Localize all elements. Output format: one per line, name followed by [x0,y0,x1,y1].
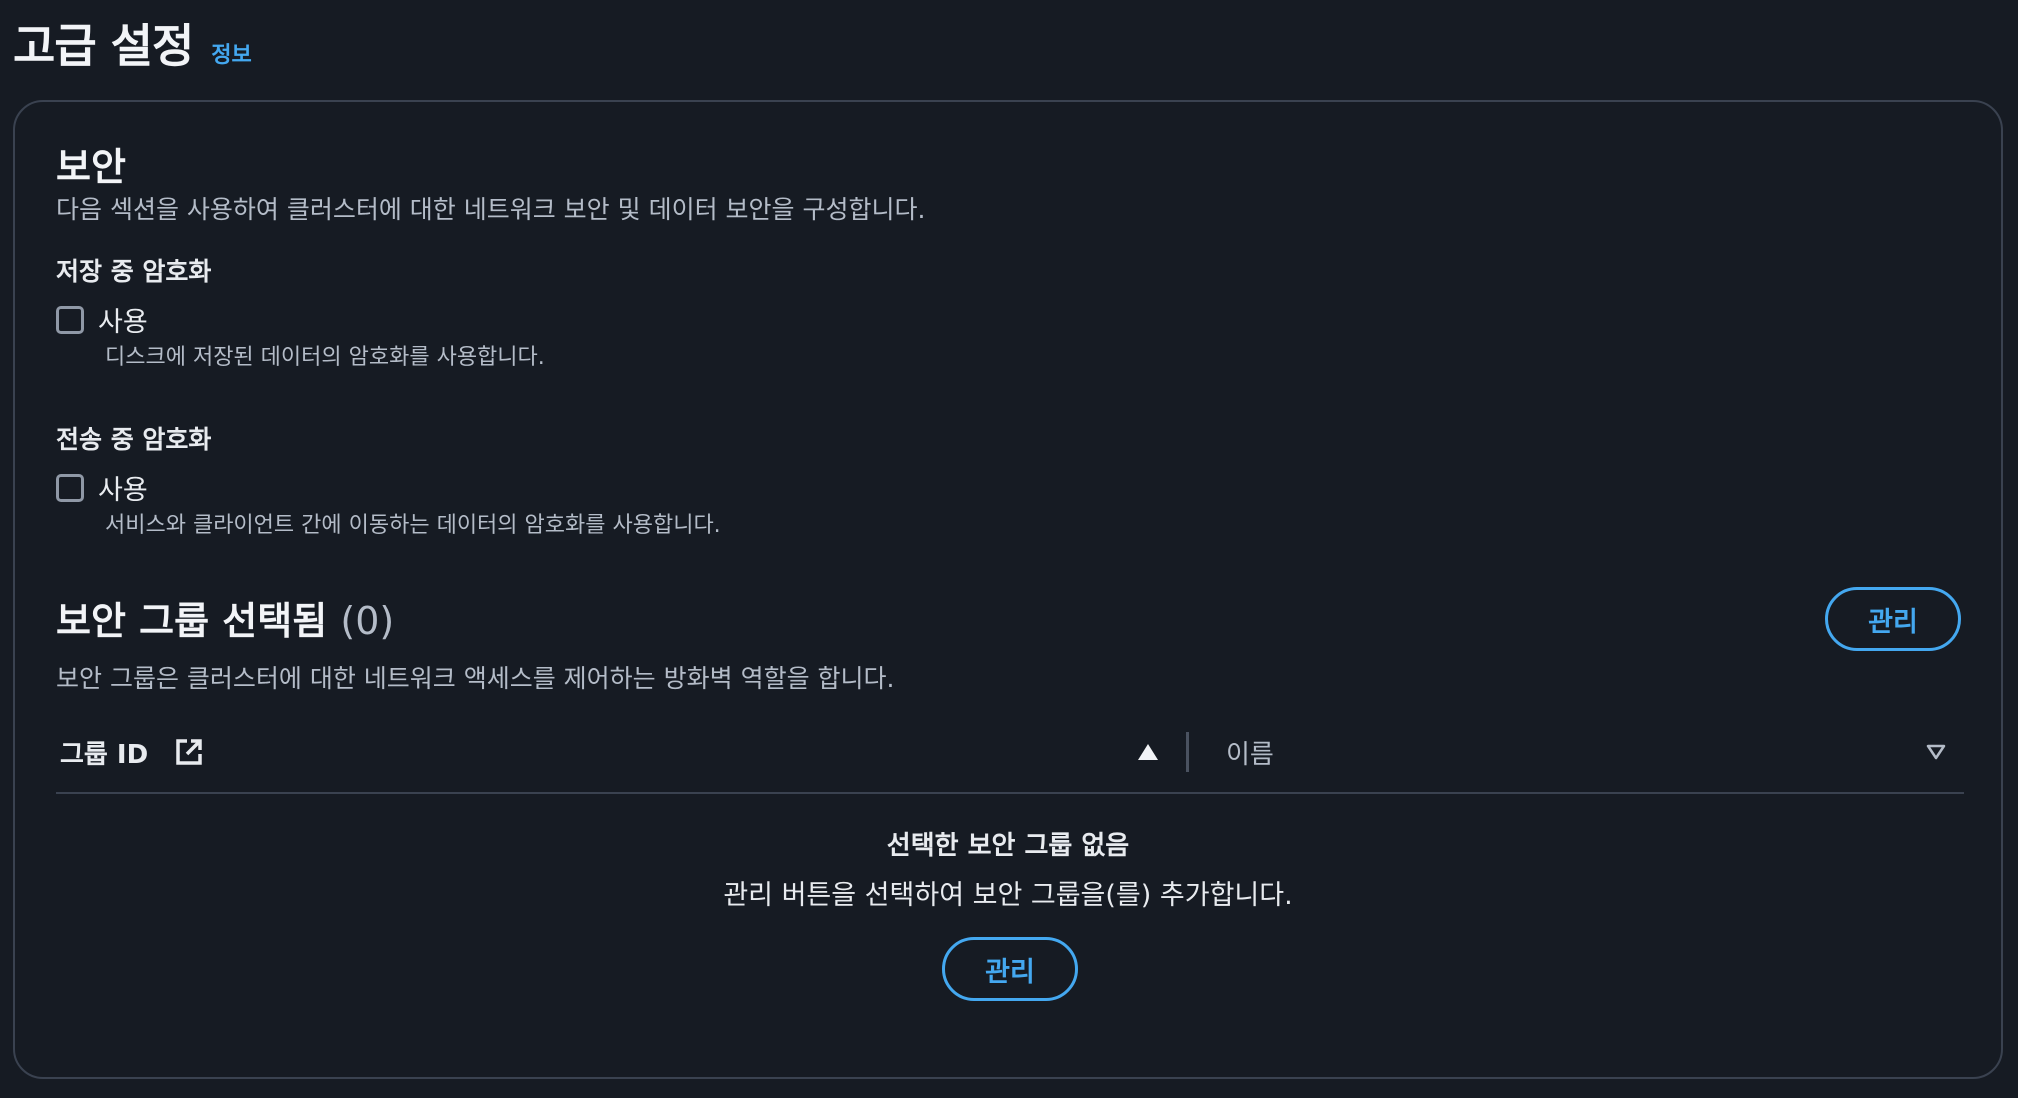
encryption-at-rest-description: 디스크에 저장된 데이터의 암호화를 사용합니다. [105,345,545,370]
page-header: 고급 설정 정보 [13,10,252,76]
encryption-at-rest-checkbox-row[interactable]: 사용 [56,300,148,339]
empty-state-title: 선택한 보안 그룹 없음 [886,831,1130,861]
security-section-description: 다음 섹션을 사용하여 클러스터에 대한 네트워크 보안 및 데이터 보안을 구… [56,195,926,224]
column-header-name[interactable]: 이름 [1226,722,1274,782]
security-groups-title: 보안 그룹 선택됨 (0) [56,590,394,645]
encryption-in-transit-checkbox-row[interactable]: 사용 [56,468,148,507]
advanced-settings-panel: 보안 다음 섹션을 사용하여 클러스터에 대한 네트워크 보안 및 데이터 보안… [13,100,2003,1079]
security-section-title: 보안 [56,145,126,189]
info-link[interactable]: 정보 [211,37,251,69]
external-link-icon[interactable] [174,737,204,767]
column-header-group-id[interactable]: 그룹 ID [60,722,204,782]
security-groups-count: (0) [340,599,395,643]
encryption-at-rest-label: 저장 중 암호화 [56,257,212,286]
encryption-at-rest-checkbox[interactable] [56,305,84,334]
empty-state-description: 관리 버튼을 선택하여 보안 그룹을(를) 추가합니다. [723,880,1293,911]
empty-state-manage-button[interactable]: 관리 [942,937,1078,1001]
security-groups-table-header: 그룹 ID 이름 [56,722,1964,794]
security-groups-description: 보안 그룹은 클러스터에 대한 네트워크 액세스를 제어하는 방화벽 역할을 합… [56,664,895,693]
column-divider[interactable] [1186,732,1189,772]
page-title: 고급 설정 [13,19,194,73]
encryption-in-transit-label: 전송 중 암호화 [56,425,212,454]
encryption-at-rest-checkbox-label[interactable]: 사용 [98,300,148,339]
encryption-in-transit-checkbox[interactable] [56,473,84,502]
encryption-in-transit-description: 서비스와 클라이언트 간에 이동하는 데이터의 암호화를 사용합니다. [105,513,721,538]
manage-security-groups-button[interactable]: 관리 [1825,587,1961,651]
security-groups-title-text: 보안 그룹 선택됨 [56,599,328,643]
sort-descending-icon[interactable] [1924,734,1948,770]
encryption-in-transit-checkbox-label[interactable]: 사용 [98,468,148,507]
column-header-group-id-label: 그룹 ID [60,739,149,770]
sort-ascending-icon[interactable] [1136,734,1160,770]
